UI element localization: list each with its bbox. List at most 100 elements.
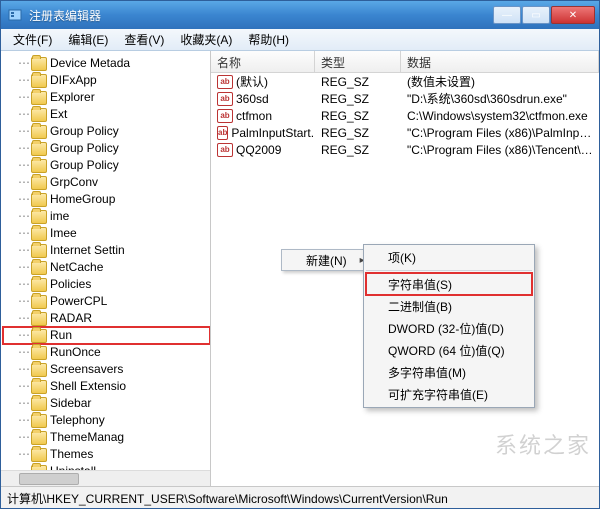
tree-item-label: Screensavers (50, 361, 123, 378)
statusbar-path: 计算机\HKEY_CURRENT_USER\Software\Microsoft… (7, 492, 448, 506)
scrollbar-thumb[interactable] (19, 473, 79, 485)
tree-expand-icon[interactable]: ⋯ (17, 412, 31, 429)
tree-expand-icon[interactable]: ⋯ (17, 276, 31, 293)
tree-expand-icon[interactable]: ⋯ (17, 429, 31, 446)
tree-expand-icon[interactable]: ⋯ (17, 242, 31, 259)
tree-item[interactable]: ⋯NetCache (3, 259, 210, 276)
tree-expand-icon[interactable]: ⋯ (17, 89, 31, 106)
context-menu-item[interactable]: 字符串值(S) (366, 273, 532, 295)
column-name[interactable]: 名称 (211, 51, 315, 72)
tree-expand-icon[interactable]: ⋯ (17, 55, 31, 72)
folder-icon (31, 414, 47, 428)
tree-item-label: Ext (50, 106, 67, 123)
menu-help[interactable]: 帮助(H) (240, 29, 297, 50)
tree-expand-icon[interactable]: ⋯ (17, 72, 31, 89)
menu-edit[interactable]: 编辑(E) (60, 29, 116, 50)
value-type: REG_SZ (315, 92, 401, 106)
tree-expand-icon[interactable]: ⋯ (17, 327, 31, 344)
tree-item[interactable]: ⋯ Internet Settin (3, 242, 210, 259)
tree-expand-icon[interactable]: ⋯ (17, 310, 31, 327)
tree-expand-icon[interactable]: ⋯ (17, 293, 31, 310)
tree-item[interactable]: ⋯HomeGroup (3, 191, 210, 208)
titlebar[interactable]: 注册表编辑器 — ▭ ✕ (1, 1, 599, 29)
value-type: REG_SZ (315, 126, 401, 140)
tree-expand-icon[interactable]: ⋯ (17, 157, 31, 174)
context-menu-item[interactable]: QWORD (64 位)值(Q) (366, 339, 532, 361)
tree-item[interactable]: ⋯Telephony (3, 412, 210, 429)
tree-expand-icon[interactable]: ⋯ (17, 191, 31, 208)
tree-item[interactable]: ⋯Group Policy (3, 140, 210, 157)
tree-expand-icon[interactable]: ⋯ (17, 361, 31, 378)
folder-icon (31, 125, 47, 139)
tree-expand-icon[interactable]: ⋯ (17, 174, 31, 191)
tree-item[interactable]: ⋯Device Metada (3, 55, 210, 72)
context-menu-item[interactable]: DWORD (32-位)值(D) (366, 317, 532, 339)
menu-view[interactable]: 查看(V) (116, 29, 172, 50)
folder-icon (31, 142, 47, 156)
column-type[interactable]: 类型 (315, 51, 401, 72)
tree-item[interactable]: ⋯Sidebar (3, 395, 210, 412)
tree-item[interactable]: ⋯Themes (3, 446, 210, 463)
tree-item[interactable]: ⋯ Screensavers (3, 361, 210, 378)
close-button[interactable]: ✕ (551, 6, 595, 24)
tree-expand-icon[interactable]: ⋯ (17, 225, 31, 242)
tree-expand-icon[interactable]: ⋯ (17, 463, 31, 470)
folder-icon (31, 448, 47, 462)
list-row[interactable]: abctfmonREG_SZC:\Windows\system32\ctfmon… (211, 107, 599, 124)
string-value-icon: ab (217, 143, 233, 157)
tree-item[interactable]: ⋯Policies (3, 276, 210, 293)
folder-icon (31, 312, 47, 326)
tree-item[interactable]: ⋯PowerCPL (3, 293, 210, 310)
list-row[interactable]: ab360sdREG_SZ"D:\系统\360sd\360sdrun.exe" (211, 90, 599, 107)
tree-item[interactable]: ⋯ ThemeManag (3, 429, 210, 446)
context-submenu-new[interactable]: 新建(N) (281, 249, 374, 271)
folder-icon (31, 431, 47, 445)
maximize-button[interactable]: ▭ (522, 6, 550, 24)
tree-item-label: Uninstall (50, 463, 96, 470)
tree-item[interactable]: ⋯Group Policy (3, 123, 210, 140)
tree-expand-icon[interactable]: ⋯ (17, 140, 31, 157)
tree-expand-icon[interactable]: ⋯ (17, 446, 31, 463)
tree-expand-icon[interactable]: ⋯ (17, 208, 31, 225)
context-menu-item[interactable]: 多字符串值(M) (366, 361, 532, 383)
menu-favorites[interactable]: 收藏夹(A) (172, 29, 240, 50)
tree-item-label: ThemeManag (50, 429, 124, 446)
tree-item[interactable]: ⋯ Ext (3, 106, 210, 123)
value-name: ctfmon (236, 109, 272, 123)
registry-tree[interactable]: ⋯Device Metada⋯DIFxApp⋯Explorer⋯Ext⋯Grou… (1, 51, 210, 470)
folder-icon (31, 244, 47, 258)
tree-item[interactable]: ⋯ime (3, 208, 210, 225)
list-row[interactable]: ab(默认)REG_SZ(数值未设置) (211, 73, 599, 90)
tree-item[interactable]: ⋯ Shell Extensio (3, 378, 210, 395)
context-menu-item[interactable]: 二进制值(B) (366, 295, 532, 317)
tree-item[interactable]: ⋯RADAR (3, 310, 210, 327)
tree-item-label: Shell Extensio (50, 378, 126, 395)
list-row[interactable]: abQQ2009REG_SZ"C:\Program Files (x86)\Te… (211, 141, 599, 158)
tree-expand-icon[interactable]: ⋯ (17, 395, 31, 412)
tree-expand-icon[interactable]: ⋯ (17, 123, 31, 140)
list-row[interactable]: abPalmInputStart...REG_SZ"C:\Program Fil… (211, 124, 599, 141)
tree-item[interactable]: ⋯GrpConv (3, 174, 210, 191)
context-menu-item[interactable]: 可扩充字符串值(E) (366, 383, 532, 405)
tree-expand-icon[interactable]: ⋯ (17, 106, 31, 123)
tree-item[interactable]: ⋯RunOnce (3, 344, 210, 361)
menu-file[interactable]: 文件(F) (5, 29, 60, 50)
column-data[interactable]: 数据 (401, 51, 599, 72)
tree-item[interactable]: ⋯DIFxApp (3, 72, 210, 89)
string-value-icon: ab (217, 126, 228, 140)
list-body[interactable]: ab(默认)REG_SZ(数值未设置)ab360sdREG_SZ"D:\系统\3… (211, 73, 599, 158)
tree-expand-icon[interactable]: ⋯ (17, 344, 31, 361)
tree-item[interactable]: ⋯Group Policy (3, 157, 210, 174)
tree-expand-icon[interactable]: ⋯ (17, 259, 31, 276)
tree-expand-icon[interactable]: ⋯ (17, 378, 31, 395)
tree-horizontal-scrollbar[interactable] (1, 470, 210, 486)
tree-item[interactable]: ⋯Imee (3, 225, 210, 242)
folder-icon (31, 346, 47, 360)
tree-item-label: Internet Settin (50, 242, 125, 259)
string-value-icon: ab (217, 92, 233, 106)
context-menu-item[interactable]: 项(K) (366, 247, 532, 271)
tree-item[interactable]: ⋯Explorer (3, 89, 210, 106)
tree-item[interactable]: ⋯ Uninstall (3, 463, 210, 470)
tree-item[interactable]: ⋯Run (3, 327, 210, 344)
minimize-button[interactable]: — (493, 6, 521, 24)
